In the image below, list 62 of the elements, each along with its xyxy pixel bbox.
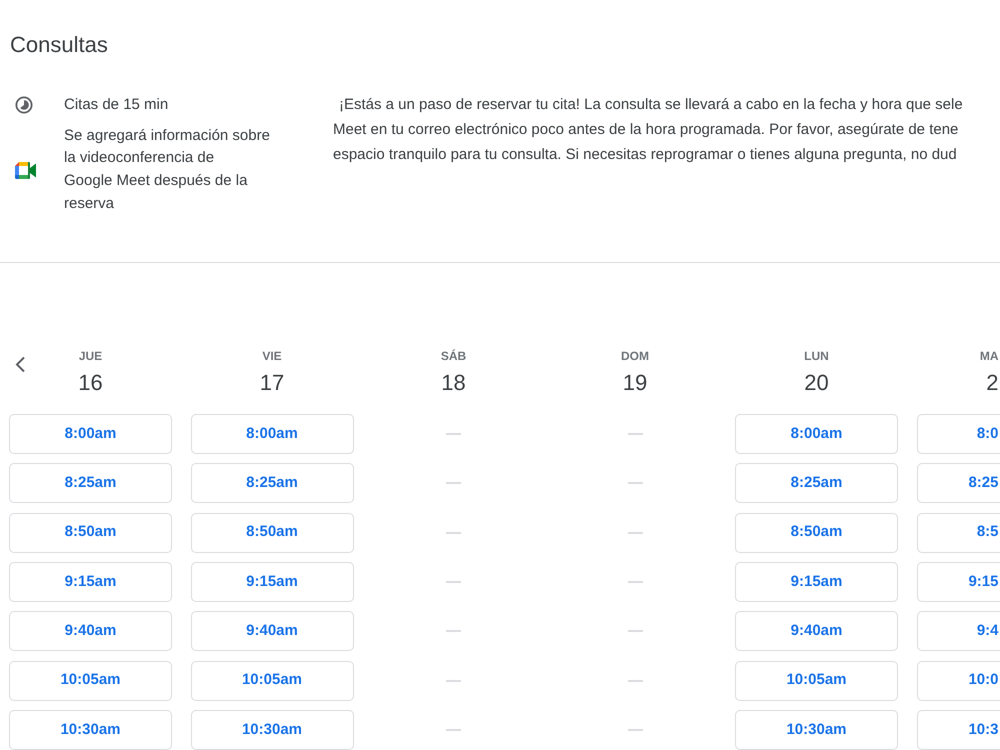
time-slot-button[interactable]: 10:0 — [916, 660, 1000, 701]
page-title: Consultas — [10, 31, 108, 59]
unavailable-dash-icon — [628, 433, 642, 436]
time-slot-button[interactable]: 8:25 — [916, 463, 1000, 504]
detail-text: Citas de 15 min — [64, 95, 168, 115]
time-slot-button[interactable]: 10:05am — [190, 660, 354, 701]
unavailable-dash-icon — [446, 433, 461, 436]
unavailable-dash-icon — [446, 729, 461, 731]
unavailable-dash-icon — [446, 532, 461, 534]
date-label: 2 — [986, 369, 998, 398]
weekday-label: JUE — [78, 348, 102, 364]
time-slot-button[interactable]: 10:30am — [9, 710, 172, 750]
time-slot-button[interactable]: 8:00am — [9, 414, 172, 454]
unavailable-dash-icon — [628, 532, 642, 534]
date-label: 16 — [78, 369, 103, 398]
time-slot-button[interactable]: 10:05am — [9, 660, 172, 701]
time-slot-button[interactable]: 8:00am — [190, 414, 354, 454]
weekday-label: MA — [980, 348, 998, 364]
weekday-label: SÁB — [440, 348, 466, 364]
time-slot-button[interactable]: 9:40am — [190, 611, 354, 652]
time-slot-button[interactable]: 9:15am — [9, 562, 172, 602]
unavailable-dash-icon — [628, 482, 642, 484]
weekday-label: VIE — [262, 348, 282, 364]
unavailable-dash-icon — [628, 680, 642, 682]
time-slot-button[interactable]: 8:25am — [190, 463, 354, 504]
time-slot-button[interactable]: 9:40am — [735, 611, 898, 652]
chevron-left-icon — [14, 356, 26, 374]
weekday-label: LUN — [804, 348, 829, 364]
date-label: 18 — [441, 369, 466, 398]
unavailable-dash-icon — [446, 680, 461, 682]
time-slot-button[interactable]: 10:30am — [735, 710, 898, 750]
time-slot-button[interactable]: 10:05am — [735, 660, 898, 701]
unavailable-dash-icon — [446, 581, 461, 584]
clock-icon — [15, 96, 33, 114]
time-slot-button[interactable]: 8:50am — [9, 512, 172, 553]
time-slot-button[interactable]: 9:15 — [916, 562, 1000, 602]
time-slot-button[interactable]: 8:50am — [190, 512, 354, 553]
time-slot-button[interactable]: 10:3 — [916, 710, 1000, 750]
detail-text: Se agregará información sobre la videoconferencia de Google Meet después de la reserva — [64, 126, 270, 214]
time-slot-button[interactable]: 10:30am — [190, 710, 354, 750]
unavailable-dash-icon — [628, 729, 642, 731]
unavailable-dash-icon — [628, 630, 642, 632]
date-label: 20 — [804, 369, 829, 398]
time-slot-button[interactable]: 8:25am — [9, 463, 172, 504]
time-slot-button[interactable]: 8:0 — [916, 414, 1000, 454]
time-slot-button[interactable]: 8:00am — [735, 414, 898, 454]
date-label: 19 — [622, 369, 648, 398]
time-slot-button[interactable]: 9:40am — [9, 611, 172, 652]
weekday-label: DOM — [621, 348, 649, 364]
date-label: 17 — [260, 369, 284, 398]
time-slot-button[interactable]: 9:15am — [190, 562, 354, 602]
video-camera-icon — [15, 162, 36, 179]
description-text: ¡Estás a un paso de reservar tu cita! La consulta se llevará a cabo en la fecha y hora que sele Meet en tu correo electrónico poco antes de la hora programada. Por favor, asegúrate de tene espacio tranquilo para tu consulta. Si necesitas reprogramar o tienes alguna pregunta, no dud — [333, 95, 963, 165]
time-slot-button[interactable]: 9:15am — [735, 562, 898, 602]
time-slot-button[interactable]: 8:5 — [916, 512, 1000, 553]
unavailable-dash-icon — [628, 581, 642, 584]
unavailable-dash-icon — [446, 630, 461, 632]
time-slot-button[interactable]: 8:50am — [735, 512, 898, 553]
time-slot-button[interactable]: 9:4 — [916, 611, 1000, 652]
time-slot-button[interactable]: 8:25am — [735, 463, 898, 504]
unavailable-dash-icon — [446, 482, 461, 484]
previous-week-button[interactable] — [14, 356, 26, 374]
